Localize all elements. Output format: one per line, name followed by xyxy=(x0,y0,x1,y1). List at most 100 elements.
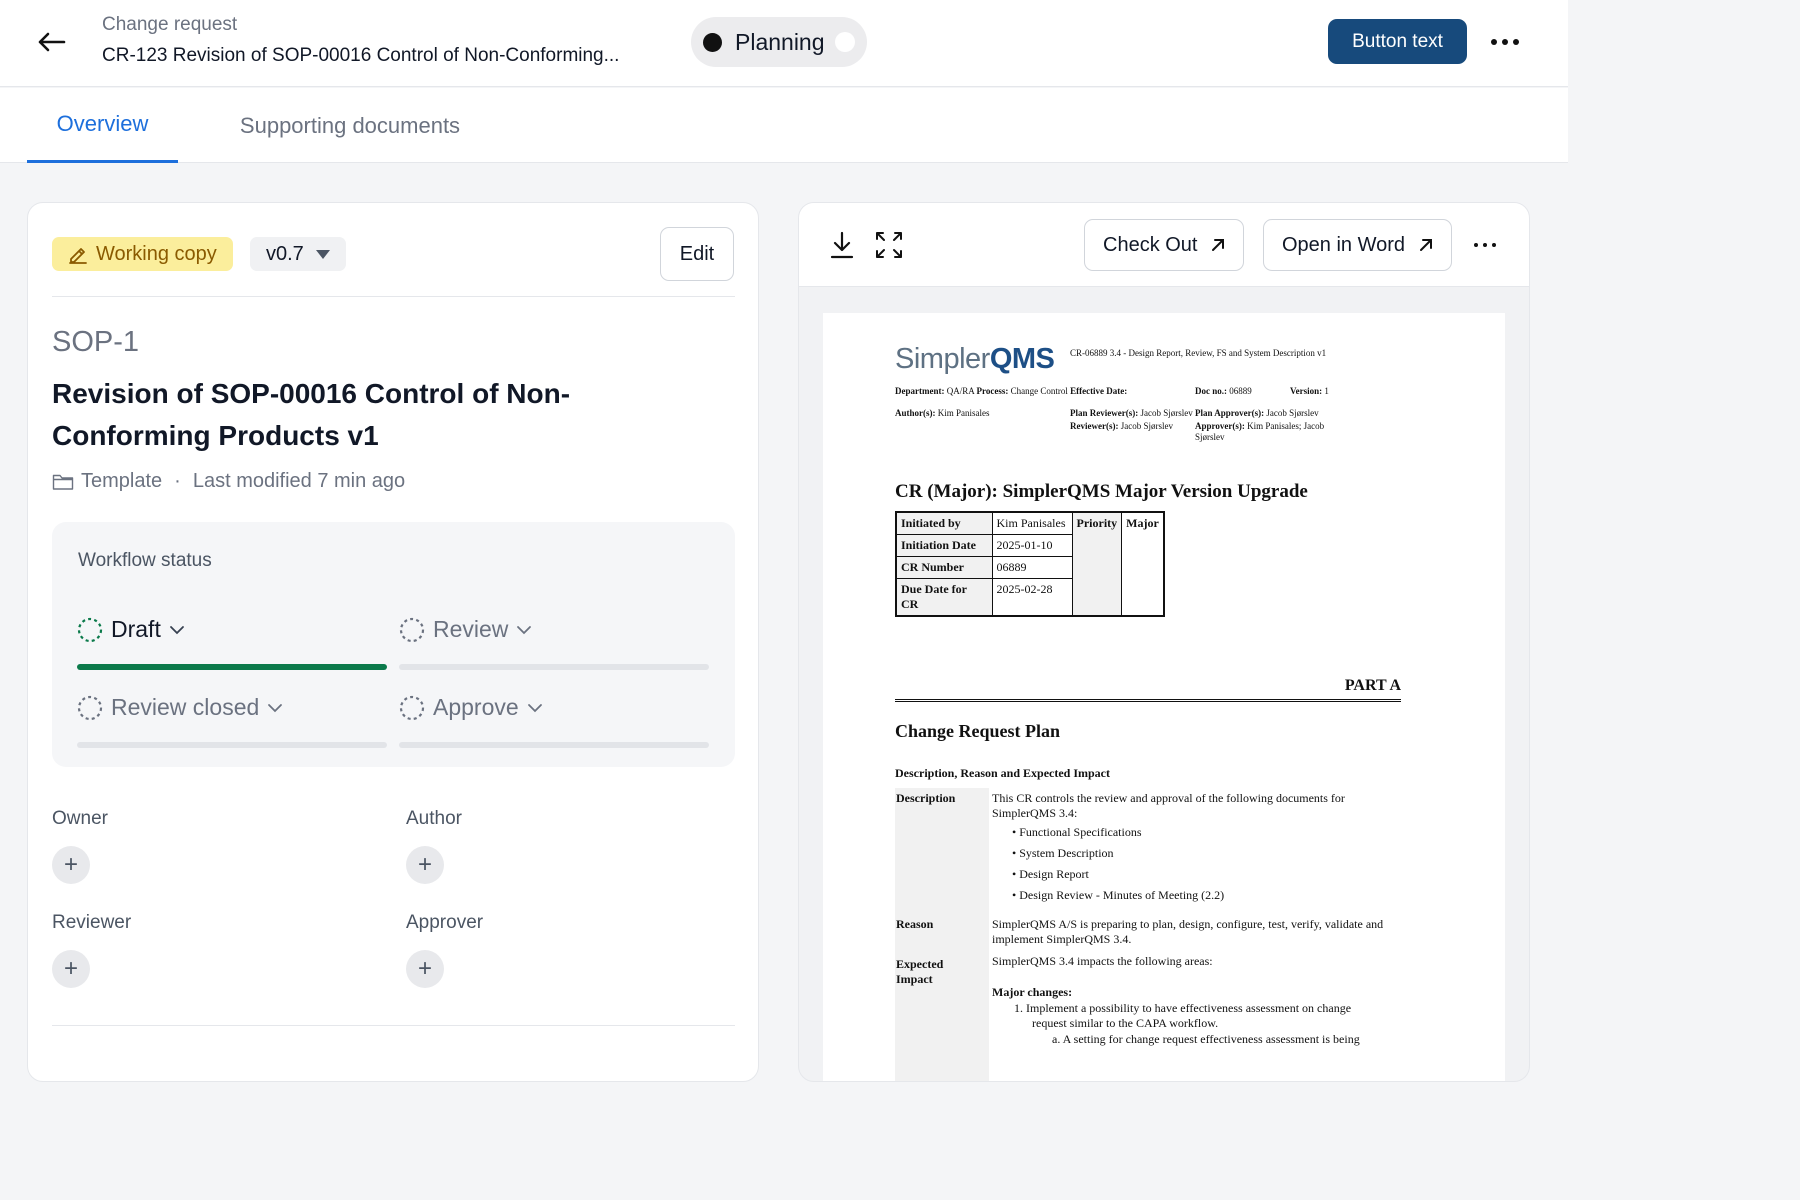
version-select[interactable]: v0.7 xyxy=(250,237,346,271)
doc-number: Doc no.: 06889 xyxy=(1195,386,1252,396)
workflow-status-label: Workflow status xyxy=(78,550,212,571)
open-in-word-button[interactable]: Open in Word xyxy=(1263,219,1453,271)
doc-authors: Author(s): Kim Panisales xyxy=(895,408,990,418)
table-label: Initiated by xyxy=(895,511,993,535)
status-toggle[interactable]: Planning xyxy=(691,17,867,67)
document-page: SimplerQMS CR-06889 3.4 - Design Report,… xyxy=(823,313,1505,1081)
part-heading: PART A xyxy=(895,677,1401,702)
plus-icon: + xyxy=(63,851,78,878)
record-type-label: Change request xyxy=(102,14,238,35)
check-out-label: Check Out xyxy=(1103,233,1198,256)
document-code: SOP-1 xyxy=(52,326,140,358)
version-value: v0.7 xyxy=(266,242,304,265)
doc-header-ref: CR-06889 3.4 - Design Report, Review, FS… xyxy=(1070,348,1327,358)
table-label: Initiation Date xyxy=(895,534,993,557)
workflow-step-review-closed: Review closed xyxy=(77,694,387,754)
open-in-word-label: Open in Word xyxy=(1282,233,1406,256)
cr-heading: CR (Major): SimplerQMS Major Version Upg… xyxy=(895,481,1308,502)
meta-separator: · xyxy=(174,470,181,492)
download-button[interactable] xyxy=(822,225,862,265)
preview-toolbar: Check Out Open in Word xyxy=(799,203,1529,287)
owner-label: Owner xyxy=(52,808,108,829)
record-title: CR-123 Revision of SOP-00016 Control of … xyxy=(102,45,620,66)
doc-plan-approvers: Plan Approver(s): Jacob Sjørslev xyxy=(1195,408,1319,418)
list-item: System Description xyxy=(1012,846,1402,861)
change-item: 1. Implement a possibility to have effec… xyxy=(1014,1001,1352,1015)
document-type: Template xyxy=(81,470,163,492)
workflow-step-draft-toggle[interactable]: Draft xyxy=(77,616,387,643)
major-changes-heading: Major changes: xyxy=(992,985,1073,999)
workflow-step-approve-toggle[interactable]: Approve xyxy=(399,694,709,721)
workflow-step-review-closed-toggle[interactable]: Review closed xyxy=(77,694,387,721)
header-divider xyxy=(52,296,735,297)
plus-icon: + xyxy=(417,955,432,982)
back-button[interactable] xyxy=(34,24,70,60)
subsection-heading: Description, Reason and Expected Impact xyxy=(895,766,1110,780)
table-label: Priority xyxy=(1071,511,1123,617)
document-meta: Template · Last modified 7 min ago xyxy=(52,470,405,493)
primary-action-button[interactable]: Button text xyxy=(1328,19,1467,64)
impact-text: SimplerQMS 3.4 impacts the following are… xyxy=(992,954,1213,968)
description-list: Functional Specifications System Descrip… xyxy=(992,825,1402,903)
author-label: Author xyxy=(406,808,462,829)
reason-label: Reason xyxy=(896,917,934,931)
description-label: Description xyxy=(896,791,956,805)
edit-button[interactable]: Edit xyxy=(660,227,734,281)
status-toggle-knob xyxy=(834,32,855,52)
table-value: 06889 xyxy=(991,556,1073,579)
plus-icon: + xyxy=(63,955,78,982)
folder-icon xyxy=(52,474,74,490)
simplerqms-logo: SimplerQMS xyxy=(895,343,1055,375)
add-approver-button[interactable]: + xyxy=(406,950,444,988)
external-link-icon xyxy=(1420,239,1433,251)
caret-down-icon xyxy=(315,249,330,259)
section-heading: Change Request Plan xyxy=(895,721,1061,741)
download-icon xyxy=(830,231,854,259)
table-value: Major xyxy=(1121,511,1165,617)
workflow-step-review-toggle[interactable]: Review xyxy=(399,616,709,643)
document-details-panel: Working copy v0.7 Edit SOP-1 Revision of… xyxy=(27,202,759,1082)
tab-overview[interactable]: Overview xyxy=(27,88,178,163)
list-item: Functional Specifications xyxy=(1012,825,1402,840)
pencil-icon xyxy=(69,248,87,264)
workflow-step-label: Draft xyxy=(111,616,161,642)
section-divider xyxy=(52,1025,735,1026)
chevron-down-icon xyxy=(527,703,542,712)
table-label: CR Number xyxy=(895,556,993,579)
status-label: Planning xyxy=(735,28,825,55)
expand-icon xyxy=(876,232,902,258)
approver-label: Approver xyxy=(406,912,484,933)
list-item: Design Report xyxy=(1012,867,1402,882)
chevron-down-icon xyxy=(517,625,532,634)
status-pending-icon xyxy=(77,617,103,642)
workflow-step-approve: Approve xyxy=(399,694,709,754)
impact-label: Expected Impact xyxy=(896,957,944,986)
workflow-step-label: Review xyxy=(433,616,509,642)
add-author-button[interactable]: + xyxy=(406,846,444,884)
plus-icon: + xyxy=(417,851,432,878)
add-reviewer-button[interactable]: + xyxy=(52,950,90,988)
doc-approvers: Approver(s): Kim Panisales; Jacob Sjørsle… xyxy=(1195,421,1325,442)
workflow-step-label: Review closed xyxy=(111,694,260,720)
tab-supporting-documents[interactable]: Supporting documents xyxy=(210,88,490,163)
table-label: Due Date for CR xyxy=(895,578,993,617)
table-value: 2025-02-28 xyxy=(991,578,1073,617)
preview-more-button[interactable] xyxy=(1467,231,1503,259)
table-value: 2025-01-10 xyxy=(991,534,1073,557)
check-out-button[interactable]: Check Out xyxy=(1084,219,1245,271)
table-value: Kim Panisales xyxy=(991,511,1073,535)
more-horizontal-icon xyxy=(1491,39,1519,45)
workflow-progress-bar xyxy=(399,664,709,670)
doc-version: Version: 1 xyxy=(1290,386,1329,396)
cr-info-table: Initiated by Kim Panisales Priority Majo… xyxy=(895,511,1165,617)
change-item: request similar to the CAPA workflow. xyxy=(1032,1016,1219,1030)
working-copy-badge: Working copy xyxy=(52,237,233,271)
more-options-button[interactable] xyxy=(1484,26,1526,58)
doc-reviewers: Reviewer(s): Jacob Sjørslev xyxy=(1070,421,1173,431)
add-owner-button[interactable]: + xyxy=(52,846,90,884)
reviewer-label: Reviewer xyxy=(52,912,132,933)
workflow-step-review: Review xyxy=(399,616,709,676)
fullscreen-button[interactable] xyxy=(869,225,909,265)
label-column xyxy=(895,788,989,1081)
external-link-icon xyxy=(1212,239,1225,251)
